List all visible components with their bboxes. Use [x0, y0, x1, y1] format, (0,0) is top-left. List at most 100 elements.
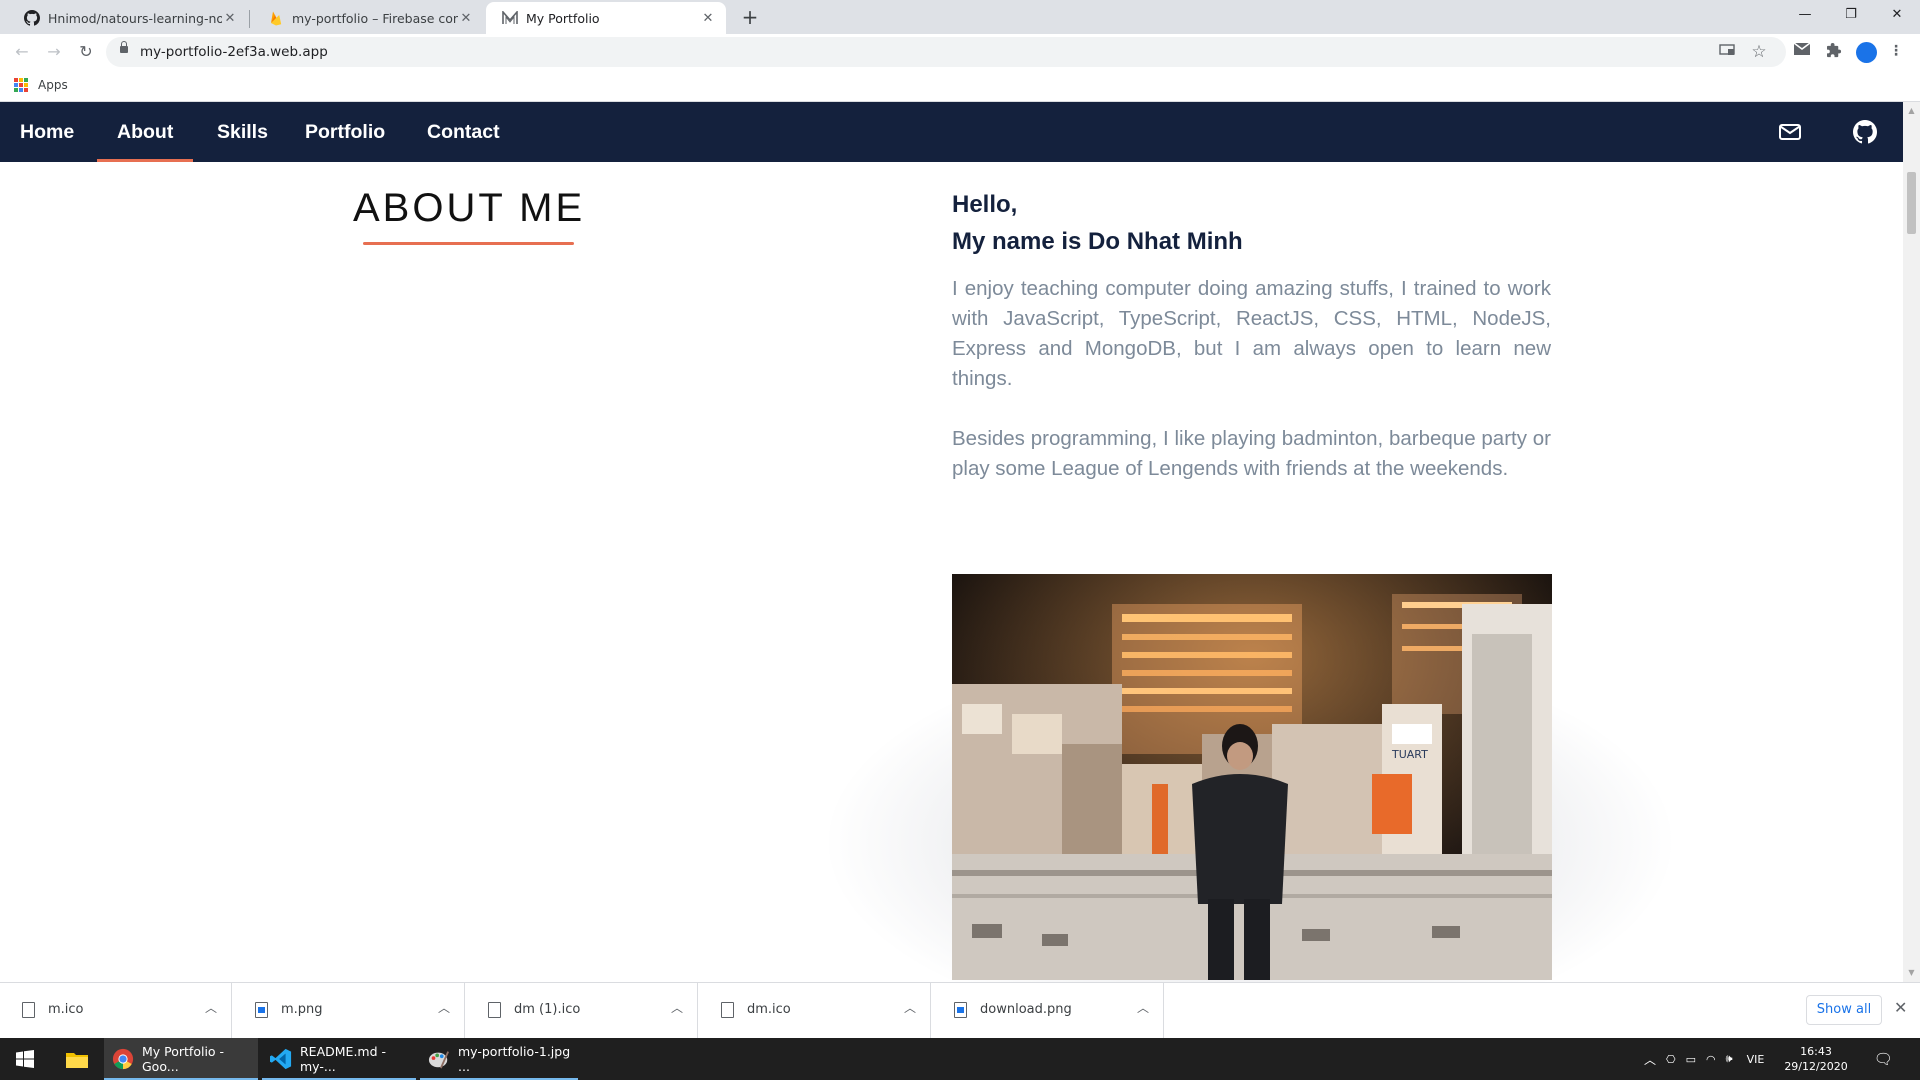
greeting-line: Hello, [952, 191, 1018, 218]
chevron-up-icon[interactable]: ︿ [1137, 999, 1149, 1016]
download-item[interactable]: dm.ico ︿ [699, 983, 931, 1038]
taskbar-app-label: My Portfolio - Goo... [142, 1044, 225, 1074]
address-bar[interactable]: my-portfolio-2ef3a.web.app ☆ [106, 37, 1786, 67]
minimize-button[interactable]: — [1782, 0, 1828, 30]
chevron-up-icon[interactable]: ︿ [671, 999, 683, 1016]
chevron-up-icon[interactable]: ︿ [1644, 1051, 1656, 1068]
apps-bookmark[interactable]: Apps [38, 78, 68, 92]
scroll-down-arrow[interactable]: ▼ [1907, 968, 1916, 977]
profile-photo: TUART [952, 574, 1552, 980]
download-item[interactable]: download.png ︿ [932, 983, 1164, 1038]
tab-github[interactable]: Hnimod/natours-learning-nodejs ✕ [8, 2, 248, 34]
about-paragraph-2: Besides programming, I like playing badm… [952, 427, 1551, 480]
bookmark-star-icon[interactable]: ☆ [1750, 44, 1768, 61]
nav-about[interactable]: About [96, 102, 194, 162]
windows-taskbar: My Portfolio - Goo... README.md - my-...… [0, 1038, 1920, 1080]
name-line: My name is Do Nhat Minh [952, 228, 1243, 255]
nav-skills[interactable]: Skills [217, 102, 268, 162]
taskbar-chrome[interactable]: My Portfolio - Goo... [104, 1038, 258, 1080]
taskbar-paint[interactable]: my-portfolio-1.jpg ... [420, 1038, 578, 1080]
mail-extension-icon[interactable] [1792, 42, 1812, 61]
download-item[interactable]: dm (1).ico ︿ [466, 983, 698, 1038]
nav-portfolio[interactable]: Portfolio [305, 102, 385, 162]
scroll-thumb[interactable] [1907, 172, 1916, 234]
bookmarks-bar: Apps [0, 70, 1920, 102]
download-shelf: m.ico ︿ m.png ︿ dm (1).ico ︿ dm.ico ︿ do… [0, 982, 1920, 1038]
chrome-icon [112, 1048, 134, 1070]
tab-firebase[interactable]: my-portfolio – Firebase console ✕ [252, 2, 484, 34]
title-underline [363, 242, 574, 245]
battery-icon[interactable]: ▭ [1686, 1053, 1696, 1066]
nav-contact[interactable]: Contact [427, 102, 500, 162]
clock[interactable]: 16:43 29/12/2020 [1784, 1044, 1847, 1074]
download-filename: m.ico [48, 1002, 84, 1017]
clock-date: 29/12/2020 [1784, 1060, 1848, 1073]
system-tray: ︿ ⎔ ▭ ◠ 🕪 VIE 16:43 29/12/2020 🗨 [1644, 1038, 1893, 1080]
portfolio-m-icon [502, 10, 518, 26]
extensions-puzzle-icon[interactable] [1824, 43, 1844, 61]
nav-home[interactable]: Home [20, 102, 74, 162]
tab-title: Hnimod/natours-learning-nodejs [48, 10, 222, 26]
close-window-button[interactable]: ✕ [1874, 0, 1920, 30]
wifi-icon[interactable]: ◠ [1706, 1053, 1716, 1066]
about-paragraph-1: I enjoy teaching computer doing amazing … [952, 277, 1551, 390]
taskbar-app-label: README.md - my-... [300, 1044, 387, 1074]
download-filename: m.png [281, 1002, 323, 1017]
apps-grid-icon[interactable] [14, 78, 28, 92]
start-button[interactable] [8, 1038, 48, 1080]
image-file-icon [255, 1002, 268, 1018]
volume-icon[interactable]: 🕪 [1726, 1052, 1733, 1066]
download-filename: dm (1).ico [514, 1002, 581, 1017]
close-icon[interactable]: ✕ [1894, 998, 1907, 1017]
taskbar-app-label: my-portfolio-1.jpg ... [458, 1044, 571, 1074]
taskbar-vscode[interactable]: README.md - my-... [262, 1038, 416, 1080]
github-icon[interactable] [1853, 120, 1878, 144]
new-tab-button[interactable]: + [738, 5, 762, 29]
menu-kebab-icon[interactable]: ⋮ [1886, 43, 1906, 61]
page-viewport: Home About Skills Portfolio Contact ABOU… [0, 102, 1903, 982]
paint-icon [428, 1051, 450, 1069]
page-scrollbar[interactable]: ▲ ▼ [1903, 102, 1920, 982]
firebase-icon [268, 10, 284, 26]
notification-icon[interactable]: 🗨 [1874, 1050, 1893, 1068]
clock-time: 16:43 [1800, 1045, 1832, 1058]
github-icon [24, 10, 40, 26]
close-icon[interactable]: ✕ [700, 11, 716, 26]
network-device-icon[interactable]: ⎔ [1666, 1053, 1676, 1066]
tab-separator [249, 10, 250, 28]
url-text[interactable]: my-portfolio-2ef3a.web.app [140, 44, 328, 60]
scroll-up-arrow[interactable]: ▲ [1907, 106, 1916, 115]
file-icon [22, 1002, 35, 1018]
download-filename: download.png [980, 1002, 1072, 1017]
chevron-up-icon[interactable]: ︿ [904, 999, 916, 1016]
mail-icon[interactable] [1778, 120, 1802, 144]
file-icon [721, 1002, 734, 1018]
browser-tab-bar: Hnimod/natours-learning-nodejs ✕ my-port… [0, 0, 1920, 34]
download-item[interactable]: m.png ︿ [233, 983, 465, 1038]
chevron-up-icon[interactable]: ︿ [205, 999, 217, 1016]
download-filename: dm.ico [747, 1002, 791, 1017]
file-explorer-taskbar-icon[interactable] [58, 1038, 98, 1080]
profile-avatar[interactable] [1856, 42, 1877, 63]
input-language[interactable]: VIE [1747, 1053, 1765, 1066]
lock-icon [120, 41, 128, 53]
cast-icon[interactable] [1718, 44, 1736, 60]
chevron-up-icon[interactable]: ︿ [438, 999, 450, 1016]
tab-title: my-portfolio – Firebase console [292, 10, 458, 26]
download-item[interactable]: m.ico ︿ [0, 983, 232, 1038]
forward-button[interactable]: → [42, 40, 66, 64]
close-icon[interactable]: ✕ [458, 11, 474, 26]
show-all-button[interactable]: Show all [1806, 995, 1882, 1025]
restore-button[interactable]: ❐ [1828, 0, 1874, 30]
back-button[interactable]: ← [10, 40, 34, 64]
greeting: Hello, My name is Do Nhat Minh [952, 186, 1243, 260]
reload-button[interactable]: ↻ [74, 40, 98, 64]
tab-title: My Portfolio [526, 10, 600, 26]
browser-toolbar: ← → ↻ my-portfolio-2ef3a.web.app ☆ ⋮ [0, 34, 1920, 70]
site-navbar: Home About Skills Portfolio Contact [0, 102, 1903, 162]
tab-my-portfolio[interactable]: My Portfolio ✕ [486, 2, 726, 34]
close-icon[interactable]: ✕ [222, 11, 238, 26]
vscode-icon [270, 1048, 292, 1070]
photo-sign-text: TUART [1391, 748, 1428, 761]
windows-logo-icon [16, 1050, 34, 1068]
